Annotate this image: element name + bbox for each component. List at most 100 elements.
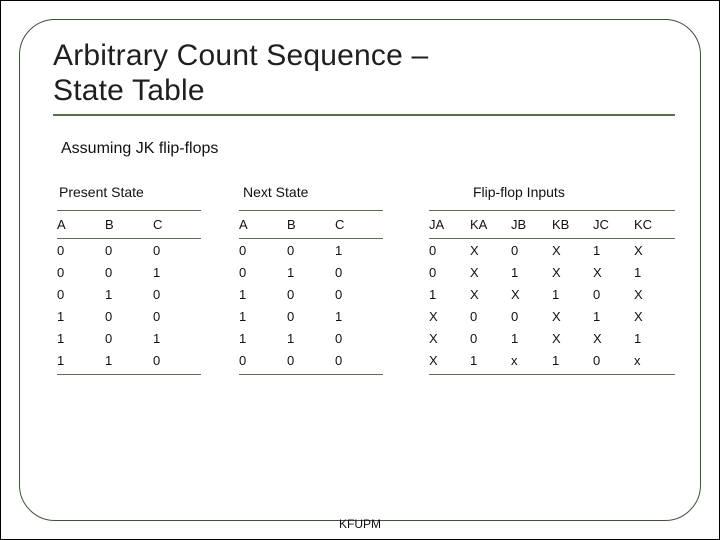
cell: 1 [335,239,383,262]
col-header: B [105,211,153,239]
cell: X [634,283,675,305]
tables-wrapper: A B C 000 001 010 100 101 110 A B C [53,210,675,375]
cell: 0 [239,349,287,374]
group-label-next: Next State [223,184,413,200]
cell: 1 [552,349,593,374]
cell: 0 [57,261,105,283]
table-row: X1x10x [429,349,675,374]
cell: x [634,349,675,374]
table-row: 001 [57,261,201,283]
subtitle: Assuming JK flip-flops [61,140,675,158]
cell: X [429,305,470,327]
table-next-state: A B C 001 010 100 101 110 000 [239,210,383,375]
cell: 0 [287,305,335,327]
cell: 1 [57,327,105,349]
cell: 0 [335,327,383,349]
cell: 0 [105,305,153,327]
table-row: 0X1XX1 [429,261,675,283]
cell: 1 [335,305,383,327]
cell: 1 [287,327,335,349]
cell: X [470,239,511,262]
cell: 0 [57,283,105,305]
cell: X [593,327,634,349]
cell: 0 [511,305,552,327]
table-row: 000 [57,239,201,262]
cell: X [552,305,593,327]
cell: 0 [335,261,383,283]
table-header-row: A B C [57,211,201,239]
cell: 1 [552,283,593,305]
cell: 0 [470,327,511,349]
table-row: X00X1X [429,305,675,327]
slide-title: Arbitrary Count Sequence – State Table [53,39,675,108]
col-header: JB [511,211,552,239]
cell: 0 [153,239,201,262]
cell: 1 [239,305,287,327]
cell: 0 [429,239,470,262]
cell: 1 [429,283,470,305]
cell: 0 [153,305,201,327]
cell: 1 [105,349,153,374]
cell: 0 [511,239,552,262]
col-header: KC [634,211,675,239]
col-header: C [153,211,201,239]
table-header-row: JA KA JB KB JC KC [429,211,675,239]
table-row: 101 [57,327,201,349]
cell: 0 [593,283,634,305]
cell: X [552,239,593,262]
table-row: 100 [239,283,383,305]
col-header: KA [470,211,511,239]
cell: 1 [105,283,153,305]
cell: 0 [105,261,153,283]
table-row: 0X0X1X [429,239,675,262]
cell: X [634,239,675,262]
cell: 0 [470,305,511,327]
col-header: A [239,211,287,239]
cell: 1 [634,327,675,349]
cell: X [634,305,675,327]
cell: 0 [593,349,634,374]
cell: 1 [239,283,287,305]
cell: 1 [153,261,201,283]
footer: KFUPM [1,517,719,531]
cell: 1 [287,261,335,283]
cell: 0 [105,239,153,262]
cell: 0 [335,283,383,305]
group-label-present: Present State [53,184,223,200]
cell: 1 [634,261,675,283]
col-header: JC [593,211,634,239]
cell: 0 [429,261,470,283]
table-row: 010 [57,283,201,305]
group-labels: Present State Next State Flip-flop Input… [53,184,675,200]
table-row: 110 [57,349,201,374]
table-header-row: A B C [239,211,383,239]
table-row: 110 [239,327,383,349]
cell: 1 [57,349,105,374]
cell: 0 [153,349,201,374]
cell: X [429,327,470,349]
content-area: Arbitrary Count Sequence – State Table A… [1,1,719,539]
table-row: 010 [239,261,383,283]
cell: 0 [105,327,153,349]
title-underline [53,114,675,116]
cell: 0 [239,261,287,283]
cell: 1 [511,327,552,349]
cell: X [552,327,593,349]
cell: 0 [287,239,335,262]
table-row: 001 [239,239,383,262]
cell: 0 [57,239,105,262]
table-row: 101 [239,305,383,327]
cell: 1 [470,349,511,374]
table-row: 100 [57,305,201,327]
cell: 0 [287,283,335,305]
cell: 0 [287,349,335,374]
table-row: 1XX10X [429,283,675,305]
table-flipflop-inputs: JA KA JB KB JC KC 0X0X1X 0X1XX1 1XX10X X… [429,210,675,375]
cell: X [470,261,511,283]
cell: 1 [239,327,287,349]
col-header: C [335,211,383,239]
title-line-1: Arbitrary Count Sequence – [53,39,428,72]
cell: 1 [593,239,634,262]
cell: X [593,261,634,283]
col-header: KB [552,211,593,239]
